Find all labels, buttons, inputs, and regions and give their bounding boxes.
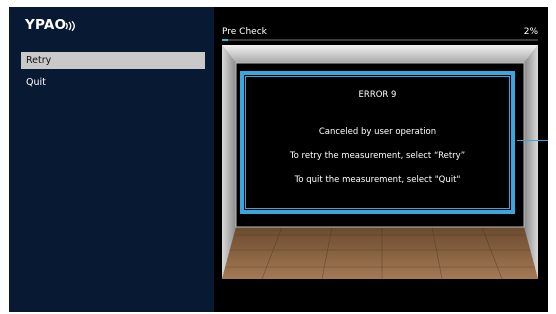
error-message: Canceled by user operation	[318, 127, 437, 137]
ypao-logo: YPAO	[25, 17, 66, 33]
quit-hint: To quit the measurement, select "Quit"	[294, 175, 461, 185]
progress-percent: 2%	[523, 27, 538, 37]
sidebar: YPAO Retry Quit	[9, 7, 214, 312]
ypao-menu: Retry Quit	[21, 52, 205, 96]
progress-title: Pre Check	[222, 27, 267, 37]
logo-text: YPAO	[25, 17, 67, 33]
callout-line	[517, 140, 548, 141]
sound-waves-icon	[65, 21, 75, 31]
error-code: ERROR 9	[358, 90, 397, 100]
menu-item-quit[interactable]: Quit	[21, 74, 205, 91]
error-dialog-body: ERROR 9 Canceled by user operation To re…	[245, 76, 510, 209]
error-dialog: ERROR 9 Canceled by user operation To re…	[240, 71, 515, 214]
progress-bar-fill	[222, 39, 229, 41]
menu-item-retry[interactable]: Retry	[21, 52, 205, 69]
retry-hint: To retry the measurement, select “Retry”	[289, 151, 466, 161]
progress-bar	[222, 39, 538, 41]
